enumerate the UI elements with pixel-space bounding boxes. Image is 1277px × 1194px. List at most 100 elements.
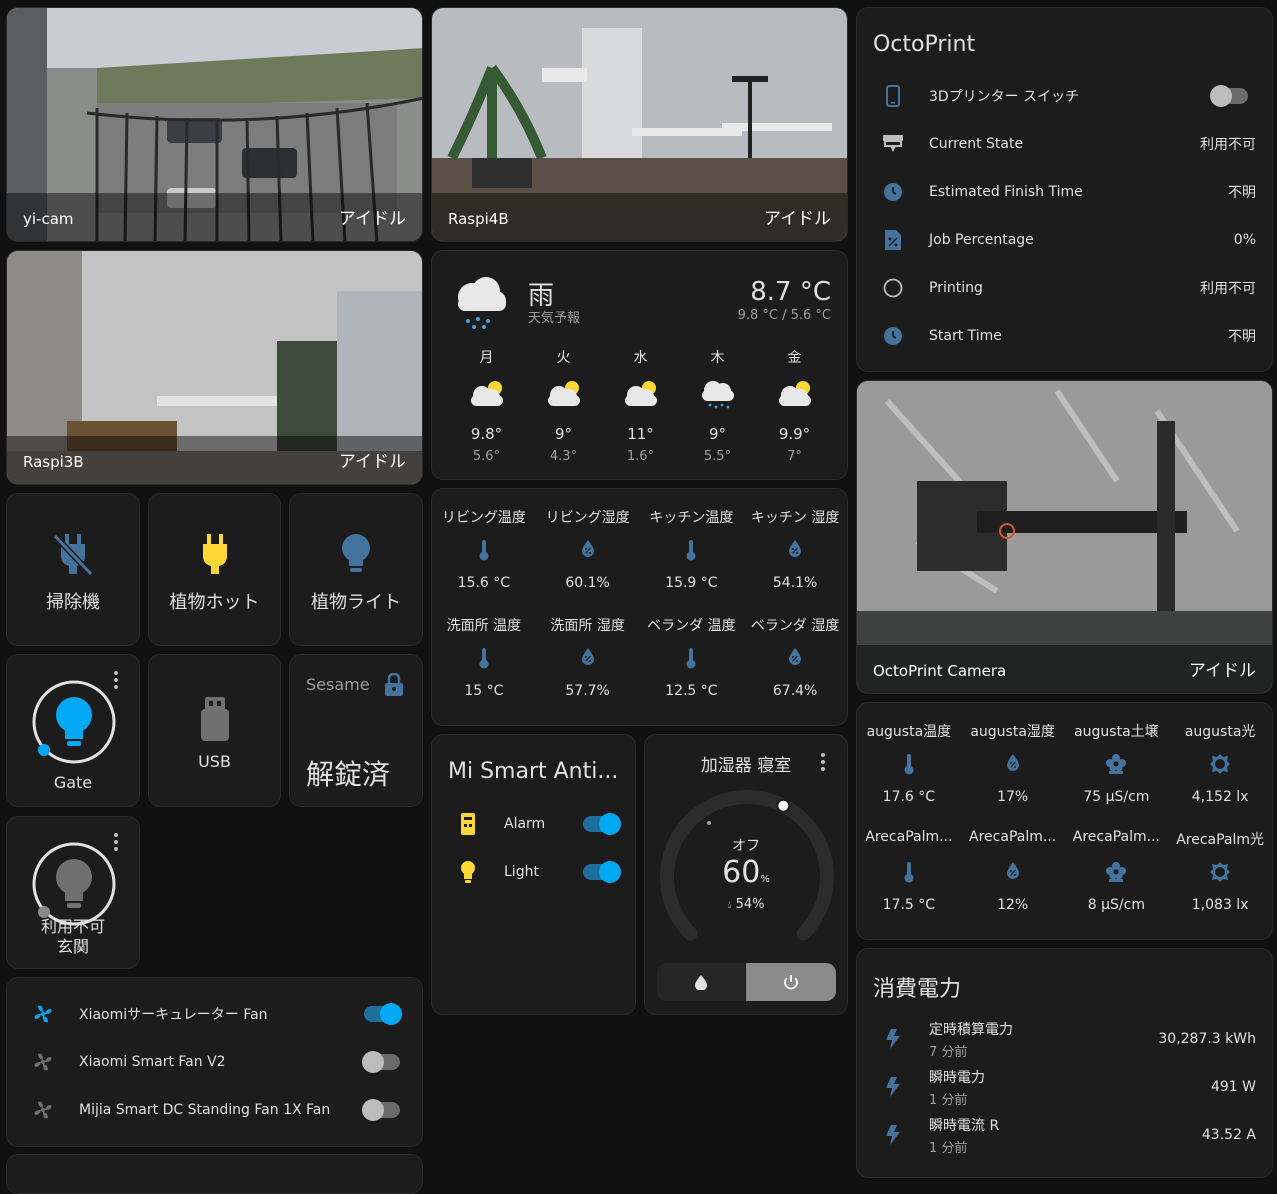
sensor-item[interactable]: リビング温度 15.6 °C (432, 489, 536, 597)
usb-flash-drive-icon (200, 697, 229, 741)
entity-state: 不明 (1228, 185, 1256, 201)
sensor-item[interactable]: ArecaPalm... 8 µS/cm (1065, 811, 1169, 919)
sensor-item[interactable]: ArecaPalm光 1,083 lx (1168, 811, 1272, 919)
more-options-icon[interactable] (113, 833, 119, 851)
sesame-lock-card[interactable]: Sesame 解錠済 (289, 654, 423, 807)
forecast-day: 木 9° 5.5° (679, 347, 756, 464)
thermometer-icon (640, 539, 744, 561)
plant-hot-button[interactable]: 植物ホット (148, 493, 281, 646)
camera-card-yi-cam[interactable]: yi-cam アイドル (6, 7, 423, 242)
weather-forecast-card[interactable]: 雨 天気予報 8.7 °C 9.8 °C / 5.6 °C 月 9.8° 5.6° 火… (431, 250, 848, 480)
entrance-light-card[interactable]: 利用不可 玄関 (6, 816, 140, 969)
sensor-value: 57.7% (565, 683, 610, 699)
power-button[interactable] (746, 963, 836, 1001)
partly-cloudy-icon (602, 377, 679, 411)
sensor-name: ArecaPalm... (969, 829, 1057, 845)
button-label: USB (198, 752, 231, 771)
forecast-low: 5.5° (703, 449, 732, 464)
more-options-icon[interactable] (113, 671, 119, 689)
humidifier-state: オフ (732, 838, 760, 854)
sensor-item[interactable]: キッチン温度 15.9 °C (640, 489, 744, 597)
forecast-high: 9.8° (470, 425, 503, 443)
fan-row[interactable]: Xiaomiサーキュレーター Fan (23, 990, 406, 1038)
gate-light-card[interactable]: Gate (6, 654, 140, 807)
usb-button[interactable]: USB (148, 654, 281, 807)
light-row[interactable]: Light (448, 848, 621, 896)
entity-row[interactable]: 3Dプリンター スイッチ (873, 72, 1256, 120)
mode-button[interactable] (657, 963, 745, 1001)
sensor-item[interactable]: 洗面所 湿度 57.7% (536, 597, 640, 705)
camera-card-raspi4b[interactable]: Raspi4B アイドル (431, 7, 848, 242)
power-row[interactable]: 定時積算電力 7 分前 30,287.3 kWh (873, 1015, 1256, 1063)
entity-row[interactable]: Estimated Finish Time 不明 (873, 168, 1256, 216)
entity-row[interactable]: Start Time 不明 (873, 312, 1256, 360)
humidity-target: 60% (645, 855, 847, 890)
sensor-item[interactable]: ベランダ 温度 12.5 °C (640, 597, 744, 705)
alarm-row[interactable]: Alarm (448, 800, 621, 848)
light-brightness-dial[interactable] (29, 677, 119, 767)
thermometer-icon (857, 753, 961, 775)
sensor-value: 17.6 °C (882, 789, 936, 805)
camera-name: Raspi3B (23, 453, 84, 471)
vacuum-button[interactable]: 掃除機 (6, 493, 140, 646)
camera-card-octoprint[interactable]: OctoPrint Camera アイドル (856, 380, 1273, 694)
sensor-item[interactable]: ベランダ 湿度 67.4% (743, 597, 847, 705)
sensor-item[interactable]: augusta土壌 75 µS/cm (1065, 703, 1169, 811)
fan-row[interactable]: Xiaomi Smart Fan V2 (23, 1038, 406, 1086)
sensor-value: 15.6 °C (457, 575, 511, 591)
sensor-item[interactable]: 洗面所 温度 15 °C (432, 597, 536, 705)
camera-name: yi-cam (23, 210, 74, 228)
entity-row[interactable]: Job Percentage 0% (873, 216, 1256, 264)
sensor-name: ベランダ 温度 (647, 618, 736, 634)
entity-name: 瞬時電流 R (929, 1117, 1000, 1134)
cellphone-icon (873, 85, 913, 107)
alarm-toggle[interactable] (583, 813, 621, 835)
weather-subtitle: 天気予報 (528, 311, 581, 326)
entity-row[interactable]: Current State 利用不可 (873, 120, 1256, 168)
forecast-day: 火 9° 4.3° (525, 347, 602, 464)
forecast-day: 月 9.8° 5.6° (448, 347, 525, 464)
sensor-item[interactable]: キッチン 湿度 54.1% (743, 489, 847, 597)
sensor-value: 12% (997, 897, 1029, 913)
power-row[interactable]: 瞬時電流 R 1 分前 43.52 A (873, 1111, 1256, 1159)
fan-toggle[interactable] (362, 1051, 400, 1073)
light-toggle[interactable] (583, 861, 621, 883)
sensor-item[interactable]: リビング湿度 60.1% (536, 489, 640, 597)
more-options-icon[interactable] (820, 753, 826, 771)
last-updated: 7 分前 (929, 1044, 968, 1060)
row-label: Light (504, 864, 539, 880)
humidifier-card[interactable]: 加湿器 寝室 オフ 60% 💧︎ 54% (644, 734, 848, 1015)
sensor-item[interactable]: augusta光 4,152 lx (1168, 703, 1272, 811)
lightning-icon (873, 1076, 913, 1098)
clock-icon (873, 326, 913, 346)
entity-row[interactable]: Printing 利用不可 (873, 264, 1256, 312)
fans-entities-card: Xiaomiサーキュレーター Fan Xiaomi Smart Fan V2 Mij… (6, 977, 423, 1147)
entity-name: Printing (929, 280, 983, 296)
sensor-name: augusta光 (1184, 724, 1256, 740)
plant-light-button[interactable]: 植物ライト (289, 493, 423, 646)
fan-toggle[interactable] (364, 1003, 402, 1025)
sensor-item[interactable]: augusta温度 17.6 °C (857, 703, 961, 811)
water-percent-icon (961, 861, 1065, 879)
water-percent-icon (743, 539, 847, 557)
fan-icon (23, 1099, 63, 1121)
power-row[interactable]: 瞬時電力 1 分前 491 W (873, 1063, 1256, 1111)
file-percent-icon (873, 229, 913, 251)
entity-name: Estimated Finish Time (929, 184, 1083, 200)
lightning-icon (873, 1124, 913, 1146)
sensor-item[interactable]: ArecaPalm... 12% (961, 811, 1065, 919)
sensor-value: 17.5 °C (882, 897, 936, 913)
sensor-item[interactable]: augusta湿度 17% (961, 703, 1065, 811)
fan-toggle[interactable] (362, 1099, 400, 1121)
rainy-cloud-icon (458, 277, 506, 329)
current-humidity-value: 54% (735, 897, 765, 912)
sensor-name: キッチン温度 (649, 510, 734, 526)
sensor-name: ArecaPalm光 (1176, 832, 1265, 848)
thermometer-icon (640, 647, 744, 669)
sensor-item[interactable]: ArecaPalm... 17.5 °C (857, 811, 961, 919)
printer-switch-toggle[interactable] (1210, 85, 1248, 107)
dial-knob (776, 798, 791, 813)
fan-row[interactable]: Mijia Smart DC Standing Fan 1X Fan (23, 1086, 406, 1134)
camera-card-raspi3b[interactable]: Raspi3B アイドル (6, 250, 423, 485)
mi-smart-antenna-card: Mi Smart Anti... Alarm Light (431, 734, 636, 1015)
